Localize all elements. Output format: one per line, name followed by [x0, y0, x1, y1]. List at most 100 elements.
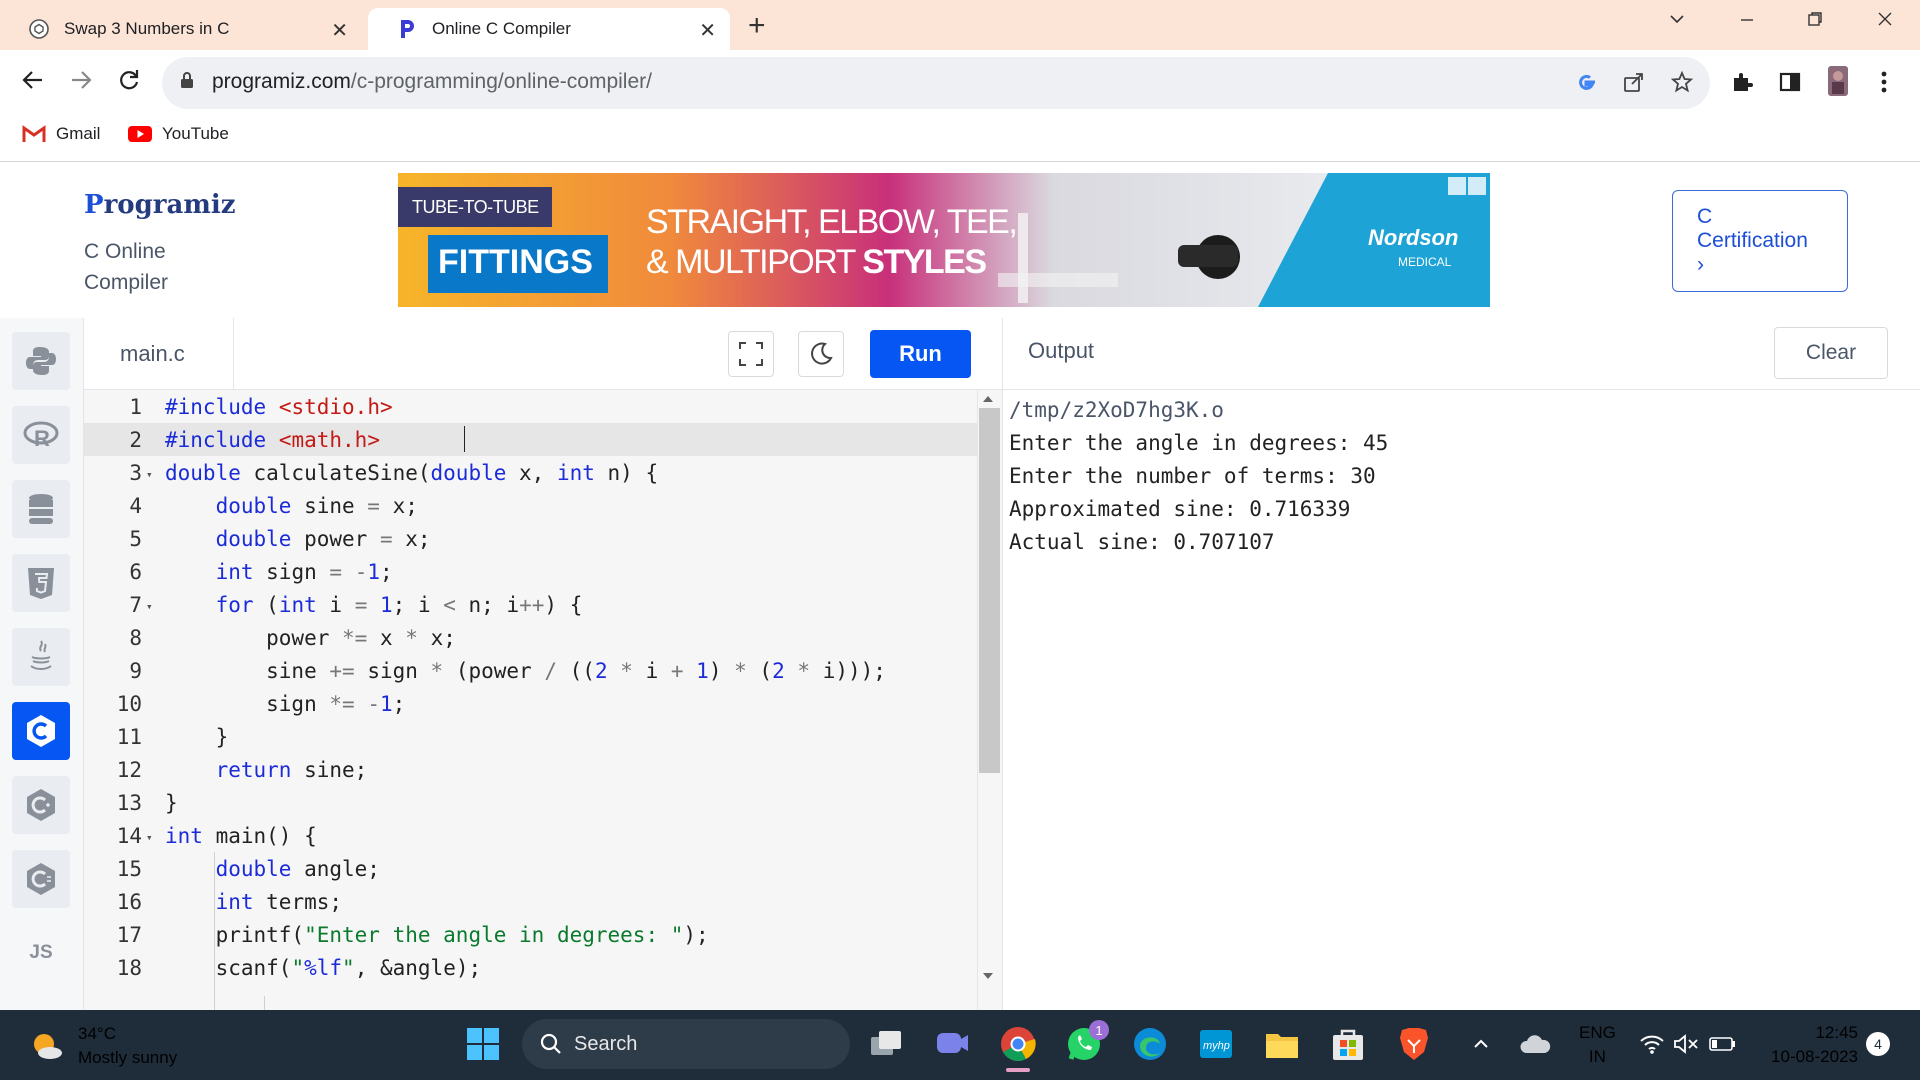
- search-icon: [540, 1033, 562, 1055]
- fold-arrow-icon[interactable]: ▾: [146, 468, 153, 481]
- clock-time: 12:45: [1815, 1023, 1858, 1042]
- tab-swap-3-numbers[interactable]: Swap 3 Numbers in C ✕: [0, 8, 362, 50]
- profile-avatar[interactable]: [1826, 66, 1850, 102]
- tray-chevron-up-icon[interactable]: [1470, 1024, 1492, 1064]
- language-sidebar: R JS: [0, 318, 84, 1010]
- close-window-icon[interactable]: [1876, 10, 1894, 34]
- code-line: }: [165, 725, 229, 749]
- clear-button[interactable]: Clear: [1774, 327, 1888, 379]
- fold-arrow-icon[interactable]: ▾: [146, 600, 153, 613]
- svg-text:R: R: [34, 426, 50, 450]
- output-line: Actual sine: 0.707107: [1009, 530, 1275, 554]
- code-line: for (int i = 1; i < n; i++) {: [215, 593, 583, 617]
- gmail-icon: [22, 125, 46, 143]
- taskbar-search[interactable]: Search: [522, 1019, 850, 1069]
- tab-online-c-compiler[interactable]: Online C Compiler ✕: [368, 8, 730, 50]
- sql-database-icon[interactable]: [12, 480, 70, 538]
- google-icon[interactable]: [1574, 70, 1598, 100]
- input-language-indicator[interactable]: ENG IN: [1579, 1021, 1616, 1069]
- editor-scrollbar-thumb[interactable]: [979, 408, 1000, 773]
- onedrive-cloud-icon[interactable]: [1518, 1024, 1552, 1064]
- back-arrow-icon[interactable]: [20, 67, 46, 100]
- python-icon[interactable]: [12, 332, 70, 390]
- scroll-up-arrow-icon[interactable]: [983, 396, 993, 402]
- html5-icon[interactable]: [12, 554, 70, 612]
- ad-banner[interactable]: TUBE-TO-TUBE FITTINGS STRAIGHT, ELBOW, T…: [398, 173, 1490, 307]
- tab-search-chevron-icon[interactable]: [1668, 10, 1686, 34]
- code-line: printf("Enter the angle in degrees: ");: [165, 923, 709, 947]
- new-tab-button[interactable]: +: [748, 9, 766, 43]
- output-console[interactable]: /tmp/z2XoD7hg3K.o Enter the angle in deg…: [1002, 390, 1920, 1010]
- bookmark-gmail[interactable]: Gmail: [22, 124, 100, 144]
- dark-mode-moon-icon[interactable]: [798, 331, 844, 377]
- text-cursor: [464, 426, 465, 452]
- minimize-icon[interactable]: [1738, 10, 1756, 34]
- extensions-puzzle-icon[interactable]: [1730, 70, 1754, 100]
- cpp-language-icon[interactable]: [12, 776, 70, 834]
- task-view-icon[interactable]: [866, 1024, 906, 1064]
- bookmark-label: Gmail: [56, 124, 101, 143]
- ad-tag: TUBE-TO-TUBE: [412, 197, 539, 217]
- line-number: 17: [116, 923, 142, 947]
- fold-arrow-icon[interactable]: ▾: [146, 831, 153, 844]
- taskbar-clock[interactable]: 12:45 10-08-2023: [1760, 1021, 1858, 1069]
- volume-muted-icon[interactable]: [1672, 1024, 1700, 1064]
- subtitle-line: Compiler: [84, 271, 169, 294]
- myhp-icon[interactable]: myhp: [1196, 1024, 1236, 1064]
- bookmark-youtube[interactable]: YouTube: [128, 124, 229, 144]
- ad-line2-text: & MULTIPORT: [646, 243, 863, 281]
- bookmark-star-icon[interactable]: [1670, 70, 1694, 100]
- clock-date: 10-08-2023: [1771, 1047, 1858, 1066]
- javascript-icon[interactable]: JS: [12, 924, 70, 982]
- line-number: 4: [129, 494, 142, 518]
- scroll-down-arrow-icon[interactable]: [983, 973, 993, 979]
- restore-icon[interactable]: [1806, 10, 1824, 34]
- code-line: int sign = -1;: [215, 560, 393, 584]
- weather-widget[interactable]: 34°C Mostly sunny: [30, 1022, 177, 1070]
- logo-text: rogramiz: [103, 190, 236, 220]
- csharp-language-icon[interactable]: [12, 850, 70, 908]
- reload-icon[interactable]: [116, 67, 142, 100]
- code-line: double sine = x;: [215, 494, 418, 518]
- lock-icon[interactable]: [180, 71, 194, 89]
- output-line: Enter the number of terms: 30: [1009, 464, 1376, 488]
- chrome-active-indicator: [1006, 1068, 1030, 1072]
- file-explorer-icon[interactable]: [1262, 1024, 1302, 1064]
- run-button[interactable]: Run: [870, 330, 971, 378]
- close-tab-icon[interactable]: ✕: [699, 18, 716, 43]
- programiz-logo[interactable]: Programiz: [84, 190, 235, 220]
- line-number: 16: [116, 890, 142, 914]
- browser-menu-icon[interactable]: [1880, 70, 1888, 100]
- wifi-icon[interactable]: [1638, 1024, 1666, 1064]
- line-number: 12: [116, 758, 142, 782]
- brave-icon[interactable]: [1394, 1024, 1434, 1064]
- region-code: IN: [1588, 1047, 1606, 1066]
- code-line: return sine;: [215, 758, 368, 782]
- notification-badge[interactable]: 4: [1866, 1032, 1890, 1056]
- java-icon[interactable]: [12, 628, 70, 686]
- file-tab-main-c[interactable]: main.c: [84, 318, 234, 390]
- code-editor[interactable]: 1 2 3 ▾ 4 5 6 7 ▾ 8 9 10 11 12 13 14 ▾ 15 16 17 18 #include …: [84, 390, 977, 1010]
- edge-icon[interactable]: [1130, 1024, 1170, 1064]
- teams-chat-icon[interactable]: [932, 1024, 972, 1064]
- output-line: Enter the angle in degrees: 45: [1009, 431, 1389, 455]
- battery-icon[interactable]: [1708, 1024, 1738, 1064]
- microsoft-store-icon[interactable]: [1328, 1024, 1368, 1064]
- logo-initial: P: [84, 190, 104, 220]
- forward-arrow-icon[interactable]: [68, 67, 94, 100]
- line-number: 18: [116, 956, 142, 980]
- ad-line1: STRAIGHT, ELBOW, TEE,: [646, 203, 1018, 241]
- c-language-icon[interactable]: [12, 702, 70, 760]
- code-line: }: [165, 791, 178, 815]
- fullscreen-icon[interactable]: [728, 331, 774, 377]
- chrome-icon[interactable]: [998, 1024, 1038, 1064]
- r-language-icon[interactable]: R: [12, 406, 70, 464]
- windows-start-icon[interactable]: [463, 1024, 503, 1064]
- line-number: 1: [129, 395, 142, 419]
- url-text[interactable]: programiz.com/c-programming/online-compi…: [212, 70, 652, 94]
- close-tab-icon[interactable]: ✕: [331, 18, 348, 43]
- c-certification-button[interactable]: C Certification ›: [1672, 190, 1848, 292]
- side-panel-icon[interactable]: [1778, 70, 1802, 100]
- url-path: /c-programming/online-compiler/: [350, 70, 652, 93]
- share-icon[interactable]: [1622, 70, 1646, 100]
